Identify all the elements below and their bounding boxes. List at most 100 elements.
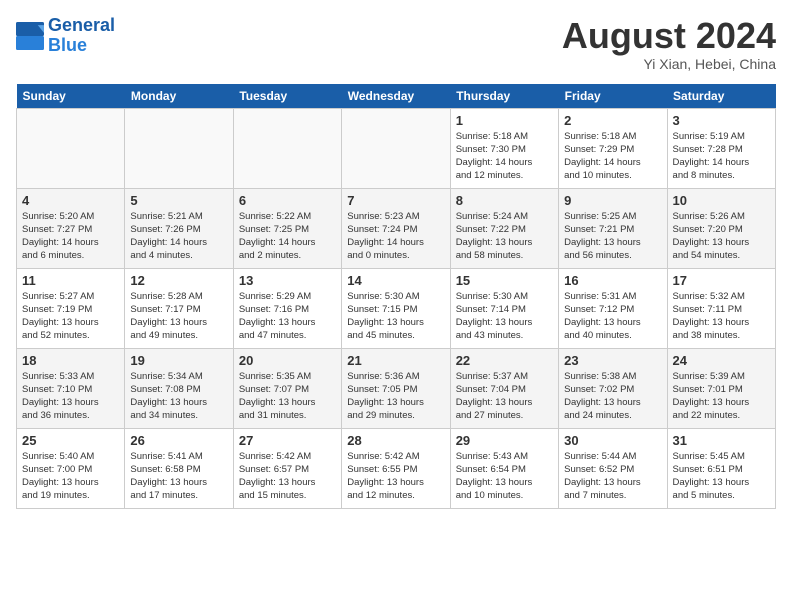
- day-number: 7: [347, 193, 444, 208]
- day-number: 8: [456, 193, 553, 208]
- calendar-cell: 18 Sunrise: 5:33 AM Sunset: 7:10 PM Dayli…: [17, 348, 125, 428]
- day-info: Sunrise: 5:36 AM Sunset: 7:05 PM Dayligh…: [347, 370, 444, 423]
- calendar-cell: 10Sunrise: 5:26 AM Sunset: 7:20 PM Dayli…: [667, 188, 775, 268]
- day-info: Sunrise: 5:38 AM Sunset: 7:02 PM Dayligh…: [564, 370, 661, 423]
- calendar-cell: 7 Sunrise: 5:23 AM Sunset: 7:24 PM Daylig…: [342, 188, 450, 268]
- day-number: 14: [347, 273, 444, 288]
- day-number: 30: [564, 433, 661, 448]
- calendar-cell: 27 Sunrise: 5:42 AM Sunset: 6:57 PM Dayli…: [233, 428, 341, 508]
- day-number: 19: [130, 353, 227, 368]
- weekday-header-wednesday: Wednesday: [342, 84, 450, 109]
- day-number: 17: [673, 273, 770, 288]
- day-number: 31: [673, 433, 770, 448]
- location: Yi Xian, Hebei, China: [562, 56, 776, 72]
- day-info: Sunrise: 5:34 AM Sunset: 7:08 PM Dayligh…: [130, 370, 227, 423]
- day-info: Sunrise: 5:24 AM Sunset: 7:22 PM Dayligh…: [456, 210, 553, 263]
- day-number: 9: [564, 193, 661, 208]
- weekday-header-thursday: Thursday: [450, 84, 558, 109]
- day-number: 5: [130, 193, 227, 208]
- month-title: August 2024: [562, 16, 776, 56]
- calendar-cell: 31 Sunrise: 5:45 AM Sunset: 6:51 PM Dayli…: [667, 428, 775, 508]
- day-number: 20: [239, 353, 336, 368]
- week-row-4: 18 Sunrise: 5:33 AM Sunset: 7:10 PM Dayli…: [17, 348, 776, 428]
- calendar-cell: 24Sunrise: 5:39 AM Sunset: 7:01 PM Dayli…: [667, 348, 775, 428]
- weekday-header-sunday: Sunday: [17, 84, 125, 109]
- day-number: 12: [130, 273, 227, 288]
- day-number: 6: [239, 193, 336, 208]
- day-number: 11: [22, 273, 119, 288]
- weekday-header-row: SundayMondayTuesdayWednesdayThursdayFrid…: [17, 84, 776, 109]
- weekday-header-friday: Friday: [559, 84, 667, 109]
- day-info: Sunrise: 5:41 AM Sunset: 6:58 PM Dayligh…: [130, 450, 227, 503]
- calendar-cell: 14 Sunrise: 5:30 AM Sunset: 7:15 PM Dayli…: [342, 268, 450, 348]
- day-info: Sunrise: 5:18 AM Sunset: 7:30 PM Dayligh…: [456, 130, 553, 183]
- day-info: Sunrise: 5:37 AM Sunset: 7:04 PM Dayligh…: [456, 370, 553, 423]
- calendar-cell: 28Sunrise: 5:42 AM Sunset: 6:55 PM Dayli…: [342, 428, 450, 508]
- day-info: Sunrise: 5:30 AM Sunset: 7:15 PM Dayligh…: [347, 290, 444, 343]
- day-number: 29: [456, 433, 553, 448]
- logo-line1: General: [48, 15, 115, 35]
- day-number: 24: [673, 353, 770, 368]
- day-info: Sunrise: 5:31 AM Sunset: 7:12 PM Dayligh…: [564, 290, 661, 343]
- logo: General Blue: [16, 16, 115, 56]
- day-info: Sunrise: 5:44 AM Sunset: 6:52 PM Dayligh…: [564, 450, 661, 503]
- calendar-cell: 25 Sunrise: 5:40 AM Sunset: 7:00 PM Dayli…: [17, 428, 125, 508]
- day-info: Sunrise: 5:27 AM Sunset: 7:19 PM Dayligh…: [22, 290, 119, 343]
- calendar-cell: 8 Sunrise: 5:24 AM Sunset: 7:22 PM Daylig…: [450, 188, 558, 268]
- day-number: 27: [239, 433, 336, 448]
- logo-icon: [16, 22, 44, 50]
- day-number: 25: [22, 433, 119, 448]
- day-info: Sunrise: 5:30 AM Sunset: 7:14 PM Dayligh…: [456, 290, 553, 343]
- calendar-cell: 30 Sunrise: 5:44 AM Sunset: 6:52 PM Dayli…: [559, 428, 667, 508]
- week-row-3: 11 Sunrise: 5:27 AM Sunset: 7:19 PM Dayli…: [17, 268, 776, 348]
- day-number: 21: [347, 353, 444, 368]
- calendar-cell: 3Sunrise: 5:19 AM Sunset: 7:28 PM Daylig…: [667, 108, 775, 188]
- day-info: Sunrise: 5:35 AM Sunset: 7:07 PM Dayligh…: [239, 370, 336, 423]
- calendar-cell: 5Sunrise: 5:21 AM Sunset: 7:26 PM Daylig…: [125, 188, 233, 268]
- calendar-cell: 6Sunrise: 5:22 AM Sunset: 7:25 PM Daylig…: [233, 188, 341, 268]
- calendar-cell: 26Sunrise: 5:41 AM Sunset: 6:58 PM Dayli…: [125, 428, 233, 508]
- day-number: 2: [564, 113, 661, 128]
- day-info: Sunrise: 5:45 AM Sunset: 6:51 PM Dayligh…: [673, 450, 770, 503]
- day-info: Sunrise: 5:42 AM Sunset: 6:57 PM Dayligh…: [239, 450, 336, 503]
- calendar-cell: 13 Sunrise: 5:29 AM Sunset: 7:16 PM Dayli…: [233, 268, 341, 348]
- day-info: Sunrise: 5:43 AM Sunset: 6:54 PM Dayligh…: [456, 450, 553, 503]
- day-number: 4: [22, 193, 119, 208]
- day-info: Sunrise: 5:23 AM Sunset: 7:24 PM Dayligh…: [347, 210, 444, 263]
- day-info: Sunrise: 5:29 AM Sunset: 7:16 PM Dayligh…: [239, 290, 336, 343]
- weekday-header-tuesday: Tuesday: [233, 84, 341, 109]
- day-number: 1: [456, 113, 553, 128]
- calendar-cell: 17Sunrise: 5:32 AM Sunset: 7:11 PM Dayli…: [667, 268, 775, 348]
- day-info: Sunrise: 5:20 AM Sunset: 7:27 PM Dayligh…: [22, 210, 119, 263]
- calendar-cell: 19 Sunrise: 5:34 AM Sunset: 7:08 PM Dayli…: [125, 348, 233, 428]
- day-number: 23: [564, 353, 661, 368]
- day-number: 10: [673, 193, 770, 208]
- week-row-5: 25 Sunrise: 5:40 AM Sunset: 7:00 PM Dayli…: [17, 428, 776, 508]
- day-info: Sunrise: 5:19 AM Sunset: 7:28 PM Dayligh…: [673, 130, 770, 183]
- calendar-cell: 1 Sunrise: 5:18 AM Sunset: 7:30 PM Daylig…: [450, 108, 558, 188]
- calendar-cell: 29 Sunrise: 5:43 AM Sunset: 6:54 PM Dayli…: [450, 428, 558, 508]
- day-number: 28: [347, 433, 444, 448]
- calendar-cell: 2Sunrise: 5:18 AM Sunset: 7:29 PM Daylig…: [559, 108, 667, 188]
- day-number: 13: [239, 273, 336, 288]
- calendar-cell: 21 Sunrise: 5:36 AM Sunset: 7:05 PM Dayli…: [342, 348, 450, 428]
- calendar-cell: 12 Sunrise: 5:28 AM Sunset: 7:17 PM Dayli…: [125, 268, 233, 348]
- title-block: August 2024 Yi Xian, Hebei, China: [562, 16, 776, 72]
- calendar-cell: 9 Sunrise: 5:25 AM Sunset: 7:21 PM Daylig…: [559, 188, 667, 268]
- calendar-cell: [233, 108, 341, 188]
- day-info: Sunrise: 5:28 AM Sunset: 7:17 PM Dayligh…: [130, 290, 227, 343]
- day-number: 22: [456, 353, 553, 368]
- day-number: 18: [22, 353, 119, 368]
- calendar-cell: 16 Sunrise: 5:31 AM Sunset: 7:12 PM Dayli…: [559, 268, 667, 348]
- calendar-cell: 15Sunrise: 5:30 AM Sunset: 7:14 PM Dayli…: [450, 268, 558, 348]
- logo-line2: Blue: [48, 35, 87, 55]
- day-number: 16: [564, 273, 661, 288]
- weekday-header-saturday: Saturday: [667, 84, 775, 109]
- calendar-cell: 20 Sunrise: 5:35 AM Sunset: 7:07 PM Dayli…: [233, 348, 341, 428]
- calendar-cell: 4 Sunrise: 5:20 AM Sunset: 7:27 PM Daylig…: [17, 188, 125, 268]
- day-info: Sunrise: 5:25 AM Sunset: 7:21 PM Dayligh…: [564, 210, 661, 263]
- day-info: Sunrise: 5:40 AM Sunset: 7:00 PM Dayligh…: [22, 450, 119, 503]
- calendar-cell: [125, 108, 233, 188]
- day-info: Sunrise: 5:33 AM Sunset: 7:10 PM Dayligh…: [22, 370, 119, 423]
- calendar-cell: [17, 108, 125, 188]
